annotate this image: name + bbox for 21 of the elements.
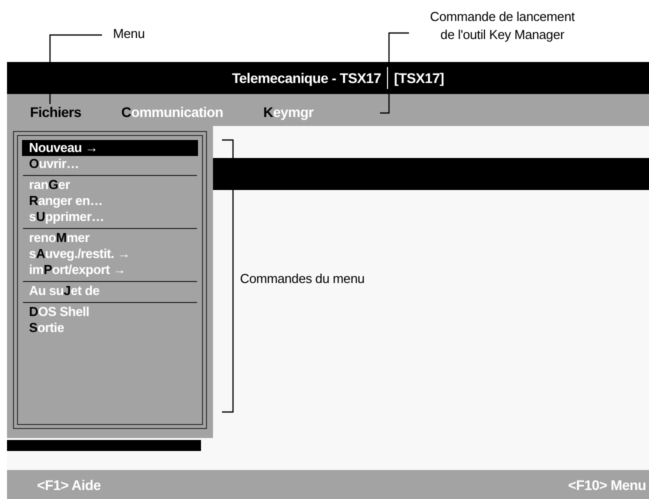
menu-item[interactable]: sAuveg./restit. → — [23, 246, 197, 262]
menu-bar-item[interactable]: Keymgr — [263, 100, 314, 120]
menu-item[interactable]: ranGer — [23, 177, 197, 193]
callout-label: Commandes du menu — [240, 270, 364, 288]
menu-key-hint: <F10> Menu — [568, 476, 646, 492]
menu-bar-item[interactable]: Fichiers — [30, 100, 82, 120]
menu-item[interactable]: Nouveau → — [22, 140, 198, 156]
help-key-hint: <F1> Aide — [37, 476, 101, 492]
menu-item[interactable]: imPort/export → — [23, 262, 197, 278]
menu-item[interactable]: Au suJet de — [23, 283, 197, 299]
menu-item[interactable]: renoMmer — [23, 230, 197, 246]
menu-item[interactable]: sUpprimer… — [23, 209, 197, 225]
project-name: [TSX17] — [394, 70, 444, 86]
callout-label: Menu — [113, 25, 145, 43]
window-title: Telemecanique - TSX17 — [232, 70, 382, 86]
menu-item[interactable]: Ranger en… — [23, 193, 197, 209]
callout-label: Commande de lancement de l'outil Key Manager — [430, 8, 575, 44]
menu-item[interactable]: Ouvrir… — [23, 156, 197, 172]
menu-item[interactable]: Sortie — [23, 320, 197, 336]
menu-item[interactable]: DOS Shell — [23, 304, 197, 320]
menu-bar-item[interactable]: Communication — [121, 100, 224, 120]
